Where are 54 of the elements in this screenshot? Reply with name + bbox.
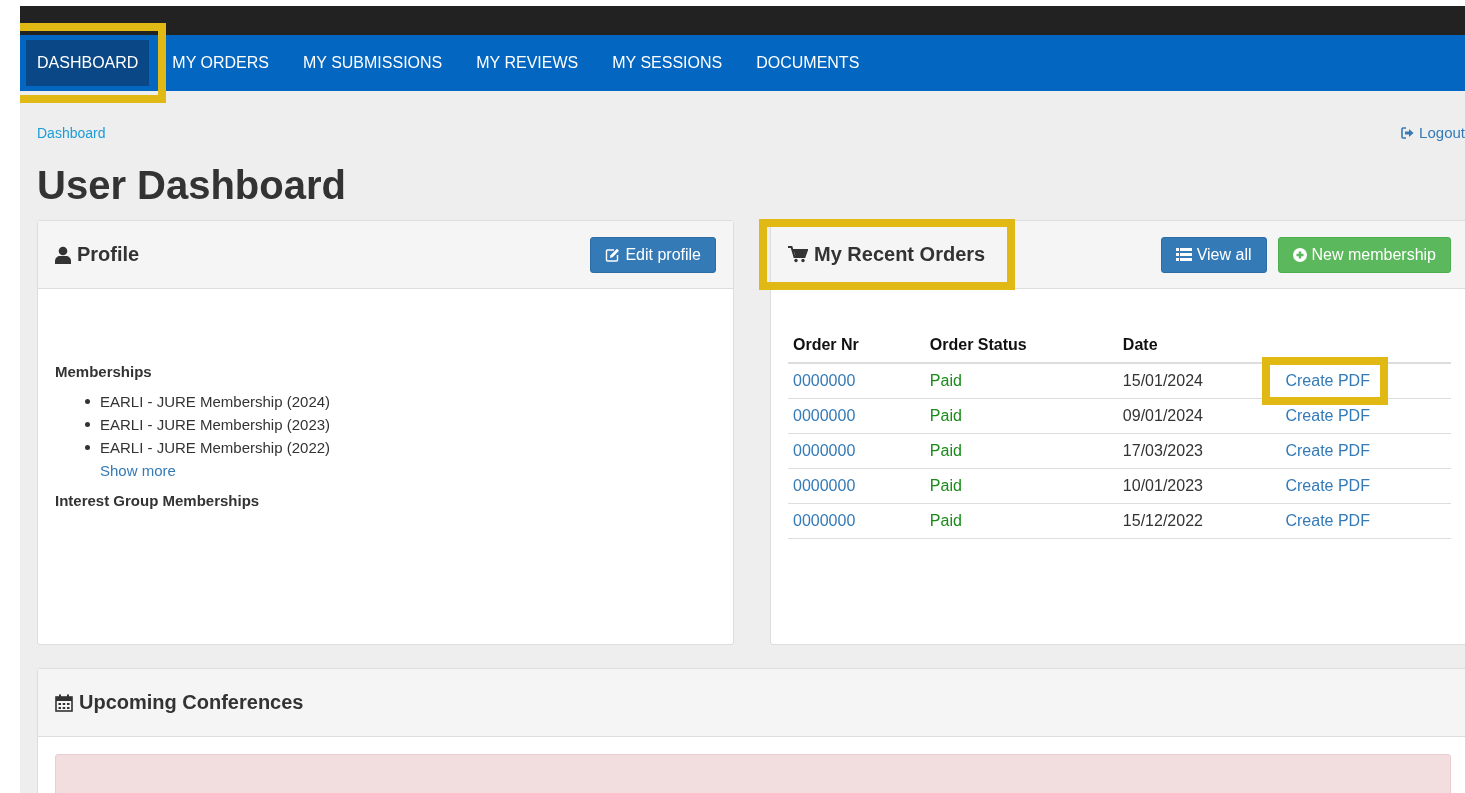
bullet-icon [85,399,90,404]
order-status: Paid [929,442,962,459]
column-header: Order Nr [788,328,925,363]
panel-title: My Recent Orders [814,243,986,266]
order-date: 09/01/2024 [1122,407,1203,424]
order-number-link[interactable]: 0000000 [793,512,856,529]
order-status: Paid [929,372,962,389]
logout-link[interactable]: Logout [1401,124,1465,141]
order-number-link[interactable]: 0000000 [793,407,856,424]
membership-item: EARLI - JURE Membership (2022) [100,438,331,458]
cart-icon [788,246,808,263]
new-membership-button[interactable]: New membership [1277,236,1451,273]
list-icon [1175,248,1192,261]
breadcrumb-link[interactable]: Dashboard [37,124,106,141]
panel-title: Upcoming Conferences [79,691,304,714]
order-status: Paid [929,477,962,494]
memberships-heading: Memberships [55,363,153,380]
edit-profile-button[interactable]: Edit profile [590,236,716,273]
plus-circle-icon [1292,247,1307,262]
create-pdf-link[interactable]: Create PDF [1285,372,1370,389]
order-status: Paid [929,512,962,529]
create-pdf-link[interactable]: Create PDF [1285,477,1370,494]
order-number-link[interactable]: 0000000 [793,372,856,389]
column-header: Date [1117,328,1281,363]
bullet-icon [85,445,90,450]
nav-tab[interactable]: MY REVIEWS [465,40,590,86]
nav-tab[interactable]: DASHBOARD [26,40,150,86]
nav-tab[interactable]: MY SESSIONS [601,40,734,86]
nav-tab[interactable]: MY ORDERS [161,40,280,86]
user-icon [55,245,71,264]
order-status: Paid [929,407,962,424]
order-date: 15/12/2022 [1122,512,1203,529]
order-date: 10/01/2023 [1122,477,1203,494]
logout-icon [1401,126,1415,139]
membership-item: EARLI - JURE Membership (2023) [100,415,331,435]
create-pdf-link[interactable]: Create PDF [1285,512,1370,529]
column-header: Order Status [924,328,1118,363]
view-all-button[interactable]: View all [1160,236,1267,273]
membership-item: EARLI - JURE Membership (2024) [100,392,331,412]
calendar-icon [55,693,73,712]
page-title: User Dashboard [37,163,347,208]
create-pdf-link[interactable]: Create PDF [1285,442,1370,459]
order-number-link[interactable]: 0000000 [793,442,856,459]
order-number-link[interactable]: 0000000 [793,477,856,494]
order-date: 15/01/2024 [1122,372,1203,389]
nav-tab[interactable]: DOCUMENTS [745,40,871,86]
order-date: 17/03/2023 [1122,442,1203,459]
bullet-icon [85,422,90,427]
edit-icon [605,247,621,262]
interest-groups-heading: Interest Group Memberships [55,492,261,509]
nav-tab[interactable]: MY SUBMISSIONS [291,40,454,86]
create-pdf-link[interactable]: Create PDF [1285,407,1370,424]
panel-title: Profile [77,243,140,266]
show-more-link[interactable]: Show more [100,459,716,482]
